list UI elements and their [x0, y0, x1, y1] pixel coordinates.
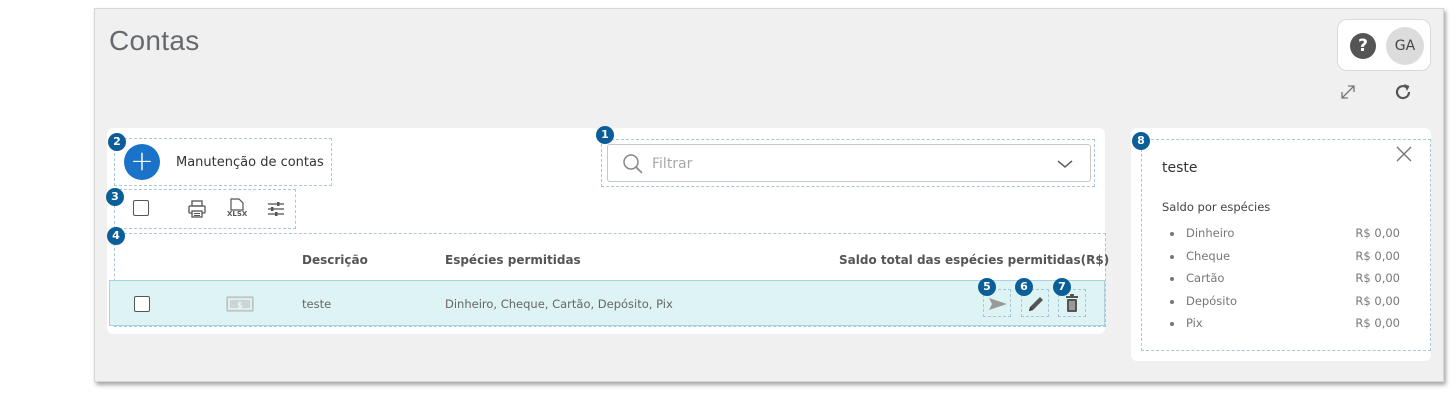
xlsx-label: XLSX: [227, 210, 248, 218]
add-account-label[interactable]: Manutenção de contas: [176, 155, 324, 170]
close-icon[interactable]: [1395, 145, 1413, 163]
list-item: Dinheiro R$ 0,00: [1170, 226, 1400, 242]
item-name: Cartão: [1186, 271, 1225, 285]
item-name: Cheque: [1186, 249, 1231, 263]
item-value: R$ 0,00: [1355, 249, 1400, 263]
item-name: Dinheiro: [1186, 226, 1235, 240]
badge-2: 2: [108, 133, 126, 151]
badge-8: 8: [1132, 132, 1150, 150]
filter-box[interactable]: [607, 144, 1091, 182]
svg-text:$: $: [237, 301, 243, 311]
list-item: Depósito R$ 0,00: [1170, 294, 1400, 310]
add-account-button[interactable]: +: [124, 144, 160, 180]
select-all-checkbox[interactable]: [133, 200, 149, 216]
badge-1: 1: [596, 126, 614, 144]
avatar[interactable]: GA: [1386, 27, 1424, 65]
export-xlsx-icon[interactable]: XLSX: [227, 198, 249, 220]
bullet: [1170, 232, 1174, 236]
badge-4: 4: [107, 227, 125, 245]
badge-5: 5: [978, 278, 996, 296]
bullet: [1170, 255, 1174, 259]
badge-6: 6: [1015, 278, 1033, 296]
table-row[interactable]: $ teste Dinheiro, Cheque, Cartão, Depósi…: [109, 280, 1105, 326]
money-icon: $: [226, 296, 254, 312]
item-name: Pix: [1186, 316, 1203, 330]
user-menu: ? GA: [1337, 19, 1431, 71]
item-name: Depósito: [1186, 294, 1237, 308]
item-value: R$ 0,00: [1355, 316, 1400, 330]
row-checkbox[interactable]: [134, 296, 150, 312]
list-item: Pix R$ 0,00: [1170, 316, 1400, 332]
col-header-especies[interactable]: Espécies permitidas: [445, 253, 581, 267]
filter-input[interactable]: [652, 154, 1032, 174]
refresh-icon[interactable]: [1392, 81, 1414, 103]
list-item: Cheque R$ 0,00: [1170, 249, 1400, 265]
search-icon: [623, 154, 643, 174]
columns-settings-icon[interactable]: [266, 199, 286, 219]
bullet: [1170, 277, 1174, 281]
item-value: R$ 0,00: [1355, 271, 1400, 285]
badge-7: 7: [1053, 278, 1071, 296]
row-especies: Dinheiro, Cheque, Cartão, Depósito, Pix: [445, 297, 673, 311]
col-header-saldo[interactable]: Saldo total das espécies permitidas(R$): [839, 253, 1109, 267]
side-panel-subtitle: Saldo por espécies: [1162, 200, 1271, 214]
list-item: Cartão R$ 0,00: [1170, 271, 1400, 287]
chevron-down-icon[interactable]: [1056, 157, 1074, 171]
row-descricao: teste: [302, 297, 332, 311]
item-value: R$ 0,00: [1355, 226, 1400, 240]
badge-3: 3: [106, 188, 124, 206]
bullet: [1170, 300, 1174, 304]
item-value: R$ 0,00: [1355, 294, 1400, 308]
col-header-descricao[interactable]: Descrição: [302, 253, 368, 267]
print-icon[interactable]: [187, 199, 207, 219]
page-title: Contas: [109, 25, 200, 56]
bullet: [1170, 322, 1174, 326]
side-panel-title: teste: [1162, 160, 1198, 176]
expand-icon[interactable]: [1337, 81, 1359, 103]
help-icon[interactable]: ?: [1350, 33, 1376, 59]
